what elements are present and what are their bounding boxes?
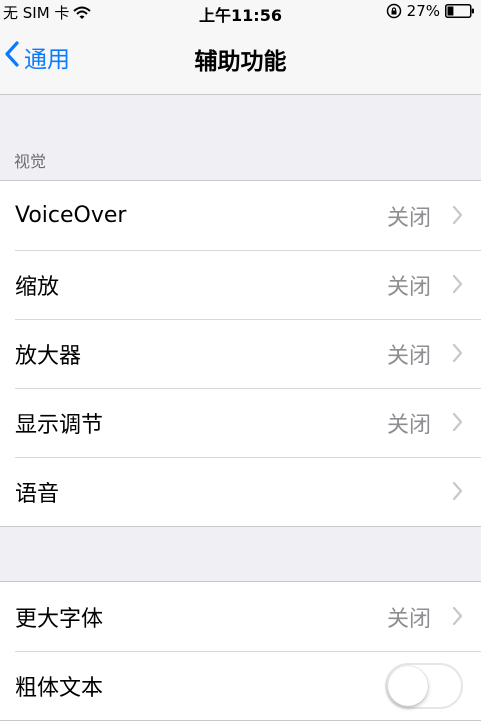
chevron-right-icon — [452, 606, 463, 630]
back-button[interactable]: 通用 — [4, 40, 70, 74]
setting-row-magnifier[interactable]: 放大器 关闭 — [0, 319, 481, 388]
back-button-label: 通用 — [24, 47, 70, 73]
status-bar: 无 SIM 卡 上午11:56 27% — [0, 0, 481, 26]
chevron-right-icon — [452, 205, 463, 229]
row-label: 放大器 — [15, 343, 82, 369]
chevron-right-icon — [452, 343, 463, 367]
battery-percent: 27% — [406, 2, 440, 20]
row-label: 缩放 — [15, 274, 60, 300]
chevron-right-icon — [452, 274, 463, 298]
setting-row-voiceover[interactable]: VoiceOver 关闭 — [0, 181, 481, 250]
row-value: 关闭 — [386, 205, 431, 231]
rotation-lock-icon — [386, 3, 402, 19]
setting-row-bold-text: 粗体文本 — [0, 651, 481, 720]
bold-text-toggle[interactable] — [385, 663, 463, 709]
row-label: 更大字体 — [15, 606, 104, 632]
chevron-right-icon — [452, 481, 463, 505]
setting-row-display-accommodations[interactable]: 显示调节 关闭 — [0, 388, 481, 457]
vision-settings-group: VoiceOver 关闭 缩放 关闭 放大器 关闭 显示调节 关闭 语音 — [0, 180, 481, 527]
chevron-left-icon — [4, 40, 20, 74]
section-header-vision: 视觉 — [14, 152, 47, 171]
page-title: 辅助功能 — [194, 49, 287, 75]
setting-row-speech[interactable]: 语音 — [0, 457, 481, 526]
row-value: 关闭 — [386, 412, 431, 438]
setting-row-larger-text[interactable]: 更大字体 关闭 — [0, 582, 481, 651]
chevron-right-icon — [452, 412, 463, 436]
row-value: 关闭 — [386, 274, 431, 300]
navigation-bar: 辅助功能 通用 — [0, 26, 481, 95]
row-label: 粗体文本 — [15, 675, 104, 701]
row-label: 语音 — [15, 481, 60, 507]
row-label: VoiceOver — [15, 203, 127, 228]
text-settings-group: 更大字体 关闭 粗体文本 — [0, 581, 481, 721]
setting-row-zoom[interactable]: 缩放 关闭 — [0, 250, 481, 319]
battery-icon — [445, 4, 475, 18]
toggle-knob — [388, 666, 428, 706]
status-right: 27% — [386, 2, 475, 20]
row-value: 关闭 — [386, 343, 431, 369]
row-value: 关闭 — [386, 606, 431, 632]
row-label: 显示调节 — [15, 412, 104, 438]
